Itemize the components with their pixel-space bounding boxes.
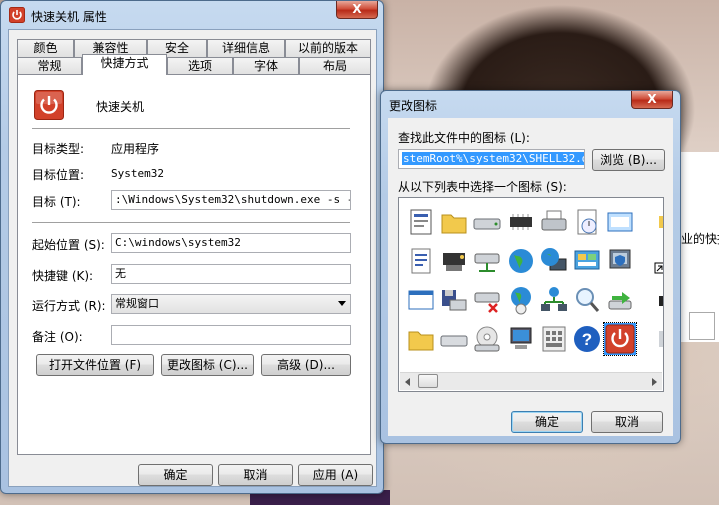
background-window-field bbox=[689, 312, 715, 340]
drive-arrow-icon[interactable] bbox=[604, 284, 636, 316]
background-window: 业的快捷 bbox=[678, 152, 719, 342]
separator-2 bbox=[32, 222, 350, 224]
properties-titlebar[interactable]: 快速关机 属性 X bbox=[1, 1, 383, 29]
file-label: 查找此文件中的图标 (L): bbox=[398, 131, 530, 145]
help-icon[interactable]: ? bbox=[571, 323, 603, 355]
shortcut-tab-panel: 快速关机 目标类型: 应用程序 目标位置: System32 目标 (T): :… bbox=[17, 74, 371, 455]
target-type-value: 应用程序 bbox=[111, 142, 160, 156]
text-document-icon[interactable] bbox=[405, 245, 437, 277]
run-select[interactable]: 常规窗口 bbox=[111, 294, 351, 314]
tab-font[interactable]: 字体 bbox=[233, 57, 299, 75]
comment-input[interactable] bbox=[111, 325, 351, 345]
close-icon: X bbox=[647, 92, 657, 106]
globe-icon[interactable] bbox=[505, 245, 537, 277]
computer-icon[interactable] bbox=[505, 323, 537, 355]
browse-button[interactable]: 浏览 (B)... bbox=[592, 149, 665, 171]
target-type-label: 目标类型: bbox=[32, 142, 85, 156]
dialog-ok-button[interactable]: 确定 bbox=[511, 411, 583, 433]
disconnected-drive-icon[interactable] bbox=[471, 284, 503, 316]
blank-window-icon[interactable] bbox=[405, 284, 437, 316]
tab-general[interactable]: 常规 bbox=[17, 57, 82, 75]
target-input[interactable]: :\Windows\System32\shutdown.exe -s -t 0 bbox=[111, 190, 351, 210]
icon-list-label: 从以下列表中选择一个图标 (S): bbox=[398, 180, 567, 194]
partial-icon-3[interactable] bbox=[637, 323, 663, 355]
network-icon[interactable] bbox=[538, 284, 570, 316]
icon-file-input[interactable]: stemRoot%\system32\SHELL32.dll bbox=[398, 149, 585, 169]
folder-icon[interactable] bbox=[438, 206, 470, 238]
target-location-label: 目标位置: bbox=[32, 168, 85, 182]
dialog-title: 更改图标 bbox=[389, 99, 438, 113]
icon-list[interactable]: ? bbox=[398, 197, 664, 392]
floppy-computer-icon[interactable] bbox=[438, 284, 470, 316]
control-panel-icon[interactable] bbox=[571, 245, 603, 277]
partial-icon[interactable] bbox=[637, 206, 663, 238]
tab-shortcut[interactable]: 快捷方式 bbox=[82, 54, 167, 75]
network-drive-icon[interactable] bbox=[471, 245, 503, 277]
window-icon[interactable] bbox=[604, 206, 636, 238]
scroll-right-icon[interactable] bbox=[652, 378, 657, 386]
advanced-button[interactable]: 高级 (D)... bbox=[261, 354, 351, 376]
printer-icon[interactable] bbox=[538, 206, 570, 238]
close-button[interactable]: X bbox=[336, 1, 378, 19]
hard-drive-icon[interactable] bbox=[438, 323, 470, 355]
tab-color[interactable]: 颜色 bbox=[17, 39, 74, 57]
hotkey-label: 快捷键 (K): bbox=[32, 269, 94, 283]
network-printer-icon[interactable] bbox=[438, 245, 470, 277]
dialog-client: 查找此文件中的图标 (L): stemRoot%\system32\SHELL3… bbox=[388, 118, 673, 436]
dialog-close-button[interactable]: X bbox=[631, 91, 673, 109]
open-file-location-button[interactable]: 打开文件位置 (F) bbox=[36, 354, 154, 376]
globe-mouse-icon[interactable] bbox=[505, 284, 537, 316]
background-window-text: 业的快捷 bbox=[681, 232, 719, 246]
target-label: 目标 (T): bbox=[32, 195, 81, 209]
power-icon[interactable] bbox=[603, 322, 637, 356]
hotkey-input[interactable]: 无 bbox=[111, 264, 351, 284]
chip-icon[interactable] bbox=[505, 206, 537, 238]
cd-drive-icon[interactable] bbox=[471, 323, 503, 355]
change-icon-dialog: 更改图标 X 查找此文件中的图标 (L): stemRoot%\system32… bbox=[380, 90, 681, 444]
run-label: 运行方式 (R): bbox=[32, 299, 106, 313]
clock-icon[interactable] bbox=[571, 206, 603, 238]
start-in-input[interactable]: C:\windows\system32 bbox=[111, 233, 351, 253]
properties-window: 快速关机 属性 X 颜色 兼容性 安全 详细信息 以前的版本 常规 快捷方式 选… bbox=[0, 0, 384, 494]
tab-previous-versions[interactable]: 以前的版本 bbox=[285, 39, 371, 57]
comment-label: 备注 (O): bbox=[32, 330, 83, 344]
scroll-thumb[interactable] bbox=[418, 374, 438, 388]
scroll-left-icon[interactable] bbox=[405, 378, 410, 386]
icon-file-value: stemRoot%\system32\SHELL32.dll bbox=[402, 152, 584, 165]
svg-text:?: ? bbox=[582, 330, 592, 349]
document-icon[interactable] bbox=[405, 206, 437, 238]
shield-computer-icon[interactable] bbox=[604, 245, 636, 277]
globe-computer-icon[interactable] bbox=[538, 245, 570, 277]
horizontal-scrollbar[interactable] bbox=[400, 372, 662, 390]
keypad-icon[interactable] bbox=[538, 323, 570, 355]
dialog-cancel-button[interactable]: 取消 bbox=[591, 411, 663, 433]
apply-button[interactable]: 应用 (A) bbox=[298, 464, 373, 486]
change-icon-button[interactable]: 更改图标 (C)... bbox=[161, 354, 254, 376]
app-power-icon bbox=[9, 7, 25, 23]
properties-client: 颜色 兼容性 安全 详细信息 以前的版本 常规 快捷方式 选项 字体 布局 快速… bbox=[8, 29, 377, 487]
separator-1 bbox=[32, 128, 350, 130]
ok-button[interactable]: 确定 bbox=[138, 464, 213, 486]
chevron-down-icon bbox=[338, 301, 346, 306]
close-icon: X bbox=[352, 2, 362, 16]
folder-icon-2[interactable] bbox=[405, 323, 437, 355]
window-title: 快速关机 属性 bbox=[31, 10, 107, 24]
target-location-value: System32 bbox=[111, 167, 164, 180]
shortcut-name: 快速关机 bbox=[96, 100, 145, 114]
start-in-label: 起始位置 (S): bbox=[32, 238, 105, 252]
drive-icon[interactable] bbox=[471, 206, 503, 238]
tab-layout[interactable]: 布局 bbox=[299, 57, 371, 75]
run-select-value: 常规窗口 bbox=[115, 297, 159, 310]
search-icon[interactable] bbox=[571, 284, 603, 316]
dialog-titlebar[interactable]: 更改图标 X bbox=[381, 91, 680, 119]
cancel-button[interactable]: 取消 bbox=[218, 464, 293, 486]
shortcut-arrow-icon[interactable] bbox=[637, 245, 663, 277]
shortcut-power-icon bbox=[34, 90, 64, 123]
icon-grid: ? bbox=[399, 198, 663, 374]
tab-details[interactable]: 详细信息 bbox=[207, 39, 285, 57]
tab-options[interactable]: 选项 bbox=[167, 57, 233, 75]
partial-icon-2[interactable] bbox=[637, 284, 663, 316]
